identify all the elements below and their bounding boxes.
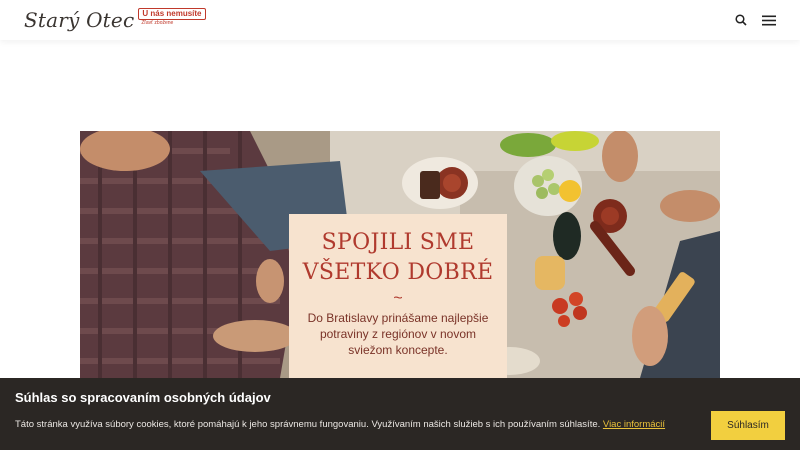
logo[interactable]: Starý Otec U nás nemusíte Zľavť zbožene xyxy=(24,0,206,40)
logo-badge: U nás nemusíte Zľavť zbožene xyxy=(138,7,206,27)
cookie-text: Táto stránka využíva súbory cookies, kto… xyxy=(15,419,601,430)
cookie-title: Súhlas so spracovaním osobných údajov xyxy=(15,390,271,405)
logo-text: Starý Otec xyxy=(24,8,135,32)
hero-title-line-2: VŠETKO DOBRÉ xyxy=(302,260,494,285)
hero-divider: ~ xyxy=(393,290,403,307)
cookie-accept-button[interactable]: Súhlasím xyxy=(711,411,785,440)
cookie-text-line: Táto stránka využíva súbory cookies, kto… xyxy=(15,419,665,430)
hero-message-card: SPOJILI SME VŠETKO DOBRÉ ~ Do Bratislavy… xyxy=(289,214,507,378)
hero-description: Do Bratislavy prinášame najlepšie potrav… xyxy=(307,311,489,357)
cookie-consent-bar: Súhlas so spracovaním osobných údajov Tá… xyxy=(0,378,800,450)
hamburger-menu-icon[interactable] xyxy=(762,13,776,27)
cookie-more-info-link[interactable]: Viac informácií xyxy=(603,419,665,430)
search-icon[interactable] xyxy=(734,13,748,27)
logo-badge-slogan: U nás nemusíte xyxy=(138,7,206,20)
hero-banner: SPOJILI SME VŠETKO DOBRÉ ~ Do Bratislavy… xyxy=(80,131,720,378)
header-actions xyxy=(734,13,776,27)
hero-title-line-1: SPOJILI SME xyxy=(321,230,475,255)
logo-badge-subtext: Zľavť zbožene xyxy=(141,19,174,26)
site-header: Starý Otec U nás nemusíte Zľavť zbožene xyxy=(0,0,800,40)
